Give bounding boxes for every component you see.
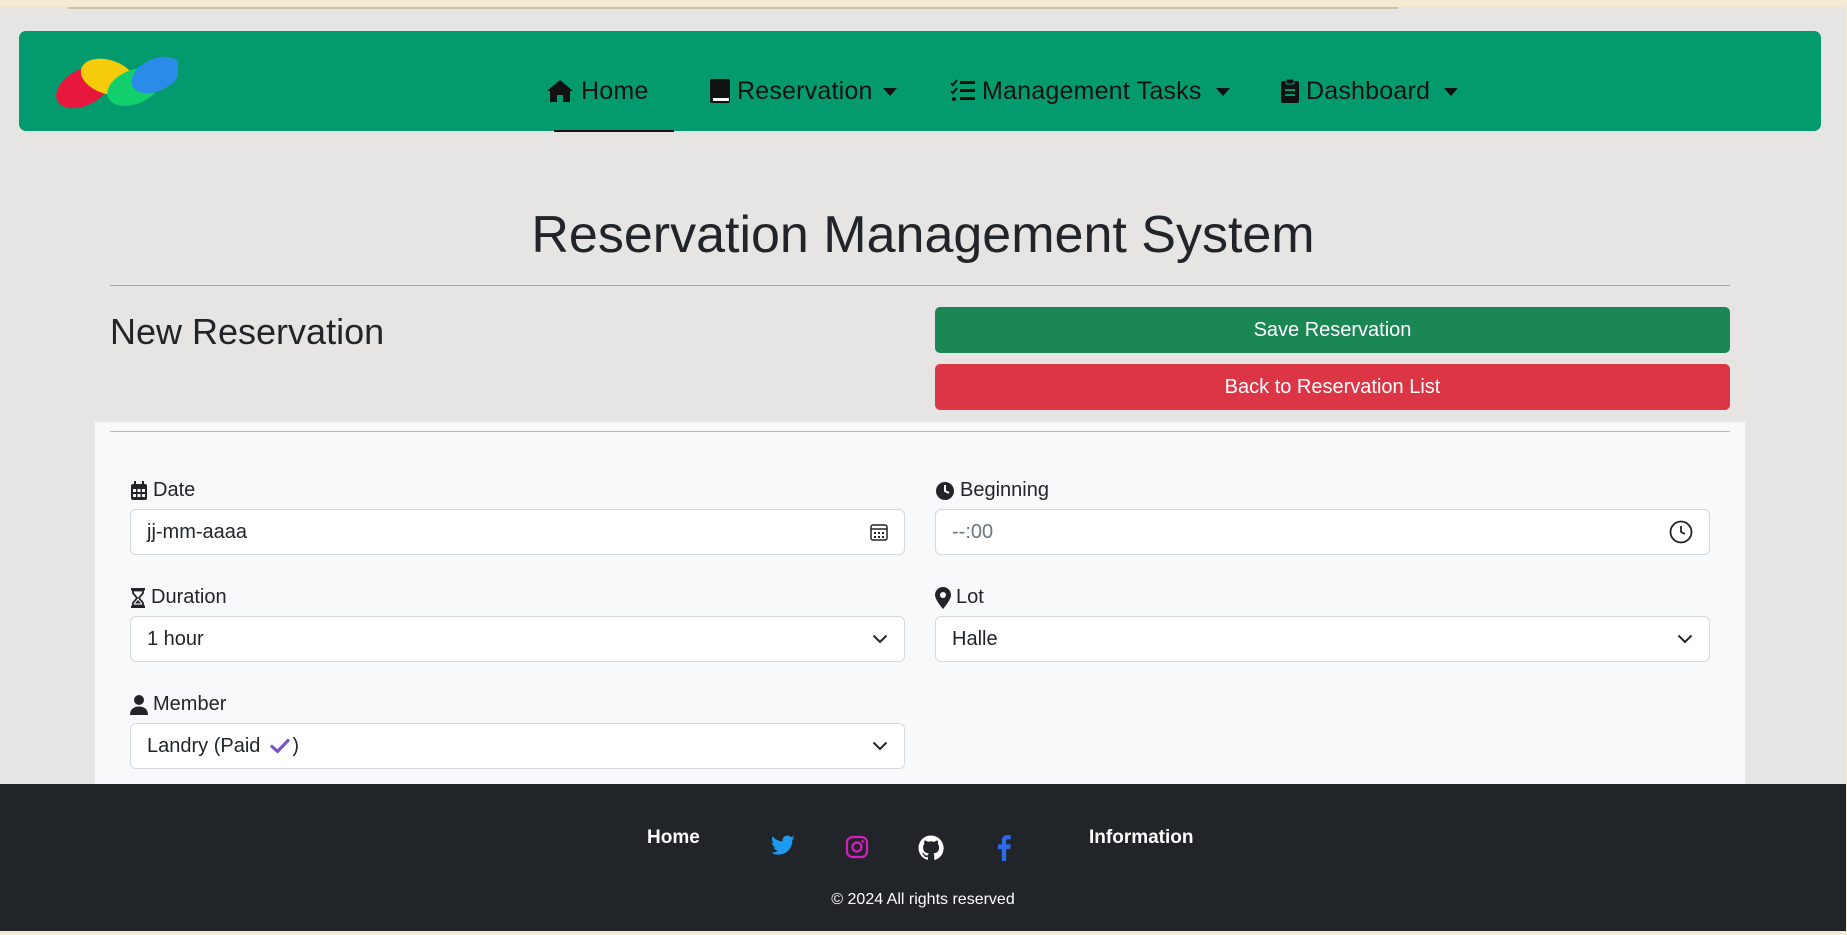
map-pin-icon [935,586,951,609]
section-title: New Reservation [110,311,385,352]
date-label-text: Date [153,479,196,501]
member-label-text: Member [153,693,227,715]
lot-label: Lot [935,586,984,609]
member-label: Member [130,693,226,716]
twitter-icon[interactable] [770,835,796,857]
date-input-placeholder: jj-mm-aaaa [147,520,248,543]
book-icon [710,79,730,103]
github-icon[interactable] [918,835,944,861]
chevron-down-icon [1215,88,1230,96]
reservation-form: Date jj-mm-aaaa Beginning --:00 Duration… [95,422,1745,792]
divider [110,431,1730,432]
navbar: Home Reservation Management Tasks Dashbo… [19,31,1821,132]
lot-label-text: Lot [956,586,984,608]
page: Home Reservation Management Tasks Dashbo… [0,7,1846,931]
chevron-down-icon [1677,634,1693,644]
duration-label-text: Duration [151,586,227,608]
beginning-label: Beginning [935,479,1049,502]
footer: Home Information © 2024 All rights reser… [0,784,1846,931]
browser-edge-line [68,7,1398,9]
nav-home[interactable]: Home [545,71,649,111]
lot-selected-value: Halle [952,627,998,650]
back-to-list-button[interactable]: Back to Reservation List [935,364,1730,410]
page-title: Reservation Management System [531,206,1315,264]
nav-active-indicator [554,130,674,132]
clock-icon [936,481,954,500]
calendar-icon [131,480,147,500]
divider [110,285,1730,286]
member-selected-value-suffix: ) [292,734,300,757]
instagram-icon[interactable] [845,835,869,859]
time-picker-icon[interactable] [1669,520,1693,544]
member-selected-value: Landry (Paid [147,734,261,757]
chevron-down-icon [872,634,888,644]
brand-logo[interactable] [46,51,178,111]
footer-home-link[interactable]: Home [647,827,700,849]
facebook-icon[interactable] [996,835,1012,861]
calendar-picker-icon[interactable] [870,523,888,541]
duration-selected-value: 1 hour [147,627,204,650]
footer-information-link[interactable]: Information [1089,827,1194,849]
nav-dashboard-label: Dashboard [1306,76,1431,105]
save-reservation-button[interactable]: Save Reservation [935,307,1730,353]
checkmark-icon [270,738,291,754]
nav-management-tasks[interactable]: Management Tasks [950,71,1230,111]
home-icon [547,80,573,102]
beginning-time-input[interactable]: --:00 [935,509,1710,555]
chevron-down-icon [1444,88,1459,96]
lot-select[interactable]: Halle [935,616,1710,662]
beginning-input-placeholder: --:00 [952,520,994,543]
duration-select[interactable]: 1 hour [130,616,905,662]
hourglass-icon [131,587,145,608]
beginning-label-text: Beginning [960,479,1049,501]
member-select[interactable]: Landry (Paid ) [130,723,905,769]
nav-dashboard[interactable]: Dashboard [1280,71,1459,111]
nav-home-label: Home [581,76,649,105]
copyright-text: © 2024 All rights reserved [831,891,1015,908]
duration-label: Duration [130,586,227,609]
nav-reservation-label: Reservation [737,76,873,105]
date-label: Date [130,479,195,502]
clipboard-icon [1281,78,1299,103]
chevron-down-icon [882,88,897,96]
date-input[interactable]: jj-mm-aaaa [130,509,905,555]
chevron-down-icon [872,741,888,751]
user-icon [130,694,148,715]
nav-reservation[interactable]: Reservation [709,71,897,111]
list-check-icon [950,79,975,101]
nav-management-tasks-label: Management Tasks [982,76,1202,105]
